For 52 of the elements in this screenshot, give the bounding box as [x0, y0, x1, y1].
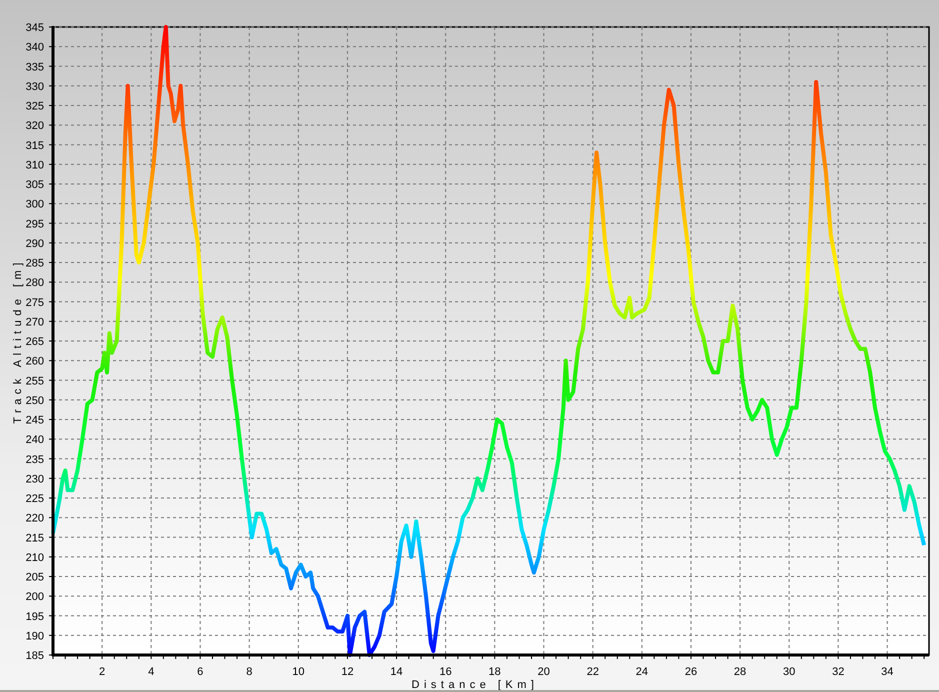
- x-tick-label: 4: [148, 666, 154, 678]
- x-tick-label: 32: [832, 666, 844, 678]
- y-tick-label: 320: [26, 120, 44, 132]
- x-tick-label: 10: [292, 666, 304, 678]
- y-tick-label: 265: [26, 336, 44, 348]
- y-tick-label: 200: [26, 591, 44, 604]
- y-tick-label: 190: [26, 630, 44, 642]
- y-tick-label: 335: [26, 61, 44, 74]
- x-tick-label: 30: [783, 666, 796, 678]
- x-tick-label: 28: [734, 666, 746, 678]
- x-tick-label: 18: [488, 666, 501, 678]
- y-tick-label: 230: [26, 473, 44, 486]
- y-tick-label: 345: [26, 22, 44, 34]
- y-tick-label: 325: [26, 100, 44, 112]
- y-tick-label: 235: [26, 454, 44, 466]
- x-tick-label: 20: [538, 666, 550, 678]
- y-tick-label: 340: [26, 42, 44, 54]
- x-tick-label: 34: [881, 666, 894, 678]
- y-tick-label: 205: [26, 572, 44, 584]
- y-axis-title: Track Altitude [m]: [12, 258, 24, 424]
- y-tick-label: 210: [26, 552, 44, 564]
- y-tick-label: 195: [26, 610, 44, 623]
- x-tick-label: 26: [684, 666, 698, 678]
- y-tick-label: 270: [26, 316, 44, 328]
- x-tick-label: 16: [439, 666, 452, 678]
- y-tick-label: 240: [26, 434, 44, 446]
- x-tick-label: 14: [390, 666, 403, 678]
- x-tick-label: 24: [636, 666, 648, 678]
- y-tick-label: 245: [26, 414, 44, 426]
- y-tick-label: 215: [26, 532, 44, 544]
- y-tick-label: 280: [26, 277, 44, 290]
- y-tick-label: 255: [26, 375, 44, 388]
- x-tick-label: 12: [341, 666, 354, 678]
- x-tick-label: 6: [197, 666, 204, 678]
- y-tick-label: 220: [26, 512, 44, 525]
- x-tick-label: 22: [586, 666, 599, 678]
- y-tick-label: 305: [26, 179, 44, 191]
- x-axis-title: Distance [Km]: [412, 679, 538, 690]
- y-tick-label: 290: [26, 238, 44, 250]
- y-tick-label: 250: [26, 394, 44, 407]
- y-tick-label: 315: [26, 140, 44, 152]
- y-tick-label: 185: [26, 650, 44, 662]
- y-tick-label: 310: [26, 159, 44, 172]
- y-tick-label: 225: [26, 493, 44, 505]
- x-tick-label: 8: [246, 666, 252, 678]
- y-tick-label: 275: [26, 296, 44, 309]
- y-tick-label: 295: [26, 218, 44, 230]
- x-tick-label: 2: [99, 666, 106, 678]
- y-tick-label: 300: [26, 198, 44, 211]
- y-tick-label: 260: [26, 356, 44, 368]
- y-tick-label: 285: [26, 258, 44, 270]
- y-tick-label: 330: [26, 80, 44, 93]
